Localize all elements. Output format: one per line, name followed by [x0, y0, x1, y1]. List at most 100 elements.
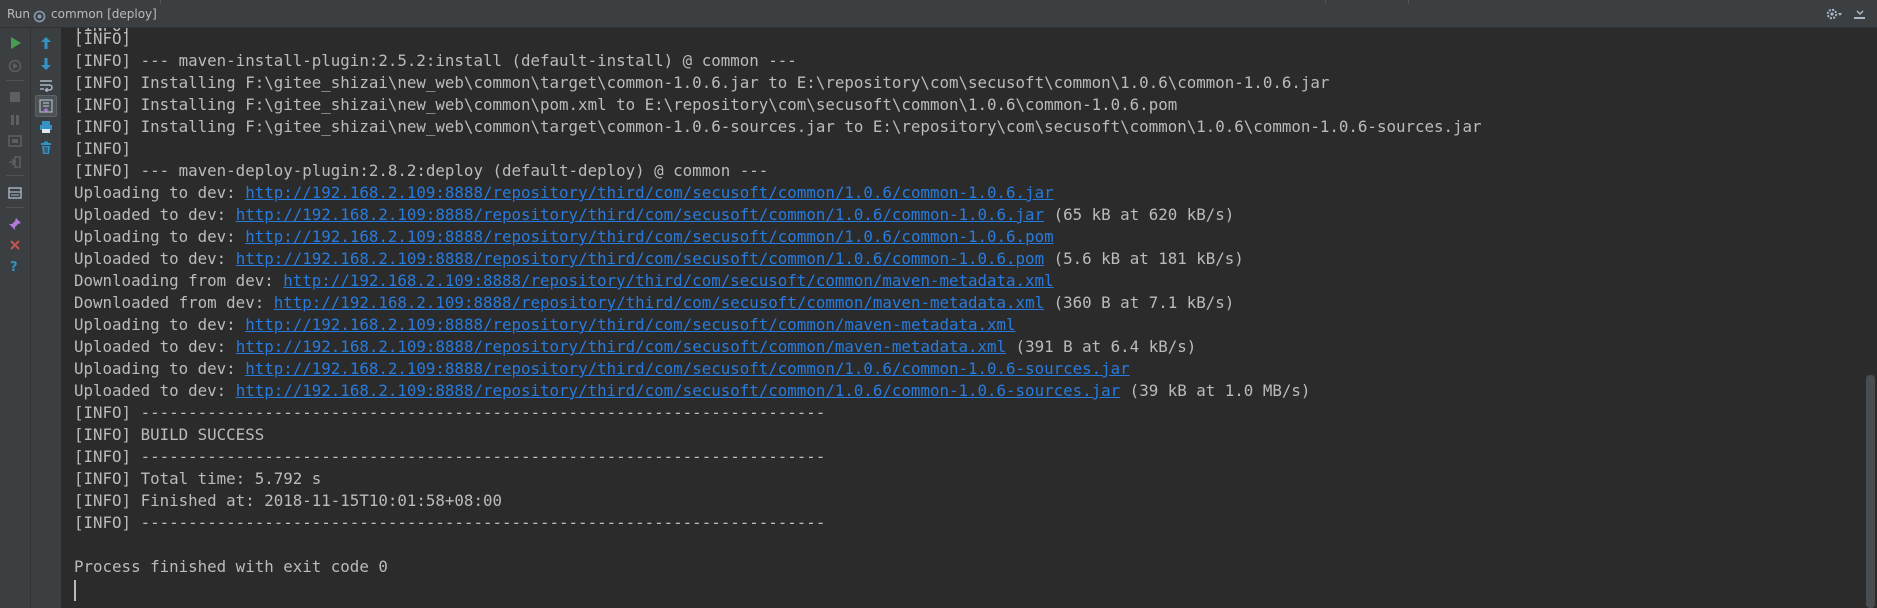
console-transfer-stats: (39 kB at 1.0 MB/s) — [1120, 381, 1311, 400]
console-text: [INFO] Finished at: 2018-11-15T10:01:58+… — [74, 491, 502, 510]
run-actions-toolbar: ? — [0, 28, 31, 608]
console-text: Uploading to dev: — [74, 183, 246, 202]
console-link[interactable]: http://192.168.2.109:8888/repository/thi… — [283, 271, 1053, 290]
tab-separator — [1408, 0, 1409, 4]
console-link[interactable]: http://192.168.2.109:8888/repository/thi… — [245, 183, 1053, 202]
console-text: [INFO] --- maven-install-plugin:2.5.2:in… — [74, 51, 797, 70]
console-line: Uploaded to dev: http://192.168.2.109:88… — [74, 248, 1244, 270]
console-text: Downloaded from dev: — [74, 293, 274, 312]
console-text: Process finished with exit code 0 — [74, 557, 388, 576]
console-line: [INFO] Finished at: 2018-11-15T10:01:58+… — [74, 490, 502, 512]
console-line: Uploaded to dev: http://192.168.2.109:88… — [74, 204, 1234, 226]
console-text: [INFO] ---------------------------------… — [74, 513, 826, 532]
console-text: [INFO] Installing F:\gitee_shizai\new_we… — [74, 73, 1330, 92]
console-text: [INFO] Total time: 5.792 s — [74, 469, 322, 488]
console-line: Process finished with exit code 0 — [74, 556, 388, 578]
console-text: Uploaded to dev: — [74, 205, 236, 224]
layout-icon[interactable] — [4, 182, 26, 204]
console-output[interactable]: [INFO] ---------------------------------… — [62, 28, 1862, 608]
scrollbar-thumb[interactable] — [1866, 375, 1875, 608]
toolbar-separator — [6, 175, 24, 176]
console-transfer-stats: (65 kB at 620 kB/s) — [1044, 205, 1235, 224]
pin-icon[interactable] — [4, 213, 26, 235]
exit-icon — [4, 151, 26, 173]
scroll-to-end-icon[interactable] — [35, 95, 57, 117]
tab-separator — [160, 0, 161, 4]
stop-icon — [4, 86, 26, 108]
console-line: [INFO] ---------------------------------… — [74, 402, 825, 424]
console-text: Uploading to dev: — [74, 315, 246, 334]
dump-threads-icon — [4, 130, 26, 152]
console-text: [INFO] — [74, 139, 132, 158]
console-line: Downloading from dev: http://192.168.2.1… — [74, 270, 1054, 292]
console-text: Uploaded to dev: — [74, 381, 236, 400]
console-line: [INFO] Installing F:\gitee_shizai\new_we… — [74, 72, 1329, 94]
toolbar-separator — [6, 207, 24, 208]
console-link[interactable]: http://192.168.2.109:8888/repository/thi… — [236, 381, 1120, 400]
svg-text:?: ? — [10, 260, 18, 273]
console-line: [INFO] ---------------------------------… — [74, 28, 797, 37]
hide-panel-icon[interactable] — [1851, 6, 1869, 22]
console-text: Uploaded to dev: — [74, 337, 236, 356]
console-line: Uploaded to dev: http://192.168.2.109:88… — [74, 336, 1196, 358]
console-line: Uploading to dev: http://192.168.2.109:8… — [74, 182, 1054, 204]
console-line: [INFO] --- maven-deploy-plugin:2.8.2:dep… — [74, 160, 768, 182]
print-icon[interactable] — [35, 116, 57, 138]
console-text: [INFO] Installing F:\gitee_shizai\new_we… — [74, 95, 1178, 114]
console-transfer-stats: (391 B at 6.4 kB/s) — [1006, 337, 1197, 356]
console-line: Uploading to dev: http://192.168.2.109:8… — [74, 226, 1054, 248]
console-line: [INFO] ---------------------------------… — [74, 446, 825, 468]
console-line: Downloaded from dev: http://192.168.2.10… — [74, 292, 1234, 314]
vertical-scrollbar[interactable] — [1864, 28, 1877, 608]
run-panel-header: Run common [deploy] — [0, 0, 1877, 28]
console-text: Uploading to dev: — [74, 359, 246, 378]
run-tool-window: Run common [deploy] ? [INFO] [INFO] --- … — [0, 0, 1877, 608]
console-link[interactable]: http://192.168.2.109:8888/repository/thi… — [245, 359, 1129, 378]
console-line: Uploading to dev: http://192.168.2.109:8… — [74, 314, 1016, 336]
console-line: [INFO] — [74, 138, 131, 160]
trash-icon[interactable] — [35, 137, 57, 159]
console-line: [INFO] --- maven-install-plugin:2.5.2:in… — [74, 50, 797, 72]
console-transfer-stats: (5.6 kB at 181 kB/s) — [1044, 249, 1244, 268]
console-line: Uploading to dev: http://192.168.2.109:8… — [74, 358, 1130, 380]
console-text: [INFO] — [74, 29, 132, 48]
console-text: Uploaded to dev: — [74, 249, 236, 268]
console-text: [INFO] BUILD SUCCESS — [74, 425, 265, 444]
pause-icon — [4, 109, 26, 131]
soft-wrap-icon[interactable] — [35, 74, 57, 96]
console-line: [INFO] ---------------------------------… — [74, 512, 825, 534]
console-line: [INFO] Total time: 5.792 s — [74, 468, 321, 490]
toolbar-separator — [6, 80, 24, 81]
run-triangle-icon[interactable] — [4, 32, 26, 54]
console-link[interactable]: http://192.168.2.109:8888/repository/thi… — [245, 227, 1053, 246]
console-text: [INFO] ---------------------------------… — [74, 447, 826, 466]
console-text: Uploading to dev: — [74, 227, 246, 246]
help-icon[interactable]: ? — [4, 255, 26, 277]
close-icon[interactable] — [4, 234, 26, 256]
console-line: [INFO] Installing F:\gitee_shizai\new_we… — [74, 116, 1482, 138]
run-panel-title: Run — [7, 7, 31, 21]
text-caret — [74, 580, 76, 601]
debug-rerun-icon — [4, 55, 26, 77]
console-link[interactable]: http://192.168.2.109:8888/repository/thi… — [274, 293, 1044, 312]
tab-separator — [1325, 0, 1326, 4]
console-link[interactable]: http://192.168.2.109:8888/repository/thi… — [236, 249, 1044, 268]
console-text: Downloading from dev: — [74, 271, 284, 290]
console-line: [INFO] BUILD SUCCESS — [74, 424, 264, 446]
console-link[interactable]: http://192.168.2.109:8888/repository/thi… — [236, 337, 1006, 356]
console-link[interactable]: http://192.168.2.109:8888/repository/thi… — [236, 205, 1044, 224]
arrow-up-icon[interactable] — [35, 32, 57, 54]
console-actions-toolbar — [31, 28, 62, 608]
gear-icon[interactable] — [1825, 6, 1843, 22]
console-line: [INFO] Installing F:\gitee_shizai\new_we… — [74, 94, 1177, 116]
arrow-down-icon[interactable] — [35, 53, 57, 75]
maven-config-icon — [33, 8, 46, 23]
console-text: [INFO] Installing F:\gitee_shizai\new_we… — [74, 117, 1482, 136]
console-transfer-stats: (360 B at 7.1 kB/s) — [1044, 293, 1235, 312]
console-line: [INFO] — [74, 28, 131, 50]
run-config-tab[interactable]: common [deploy] — [51, 7, 157, 21]
console-text: [INFO] --- maven-deploy-plugin:2.8.2:dep… — [74, 161, 769, 180]
console-text: [INFO] ---------------------------------… — [74, 403, 826, 422]
console-link[interactable]: http://192.168.2.109:8888/repository/thi… — [245, 315, 1015, 334]
console-line: Uploaded to dev: http://192.168.2.109:88… — [74, 380, 1310, 402]
